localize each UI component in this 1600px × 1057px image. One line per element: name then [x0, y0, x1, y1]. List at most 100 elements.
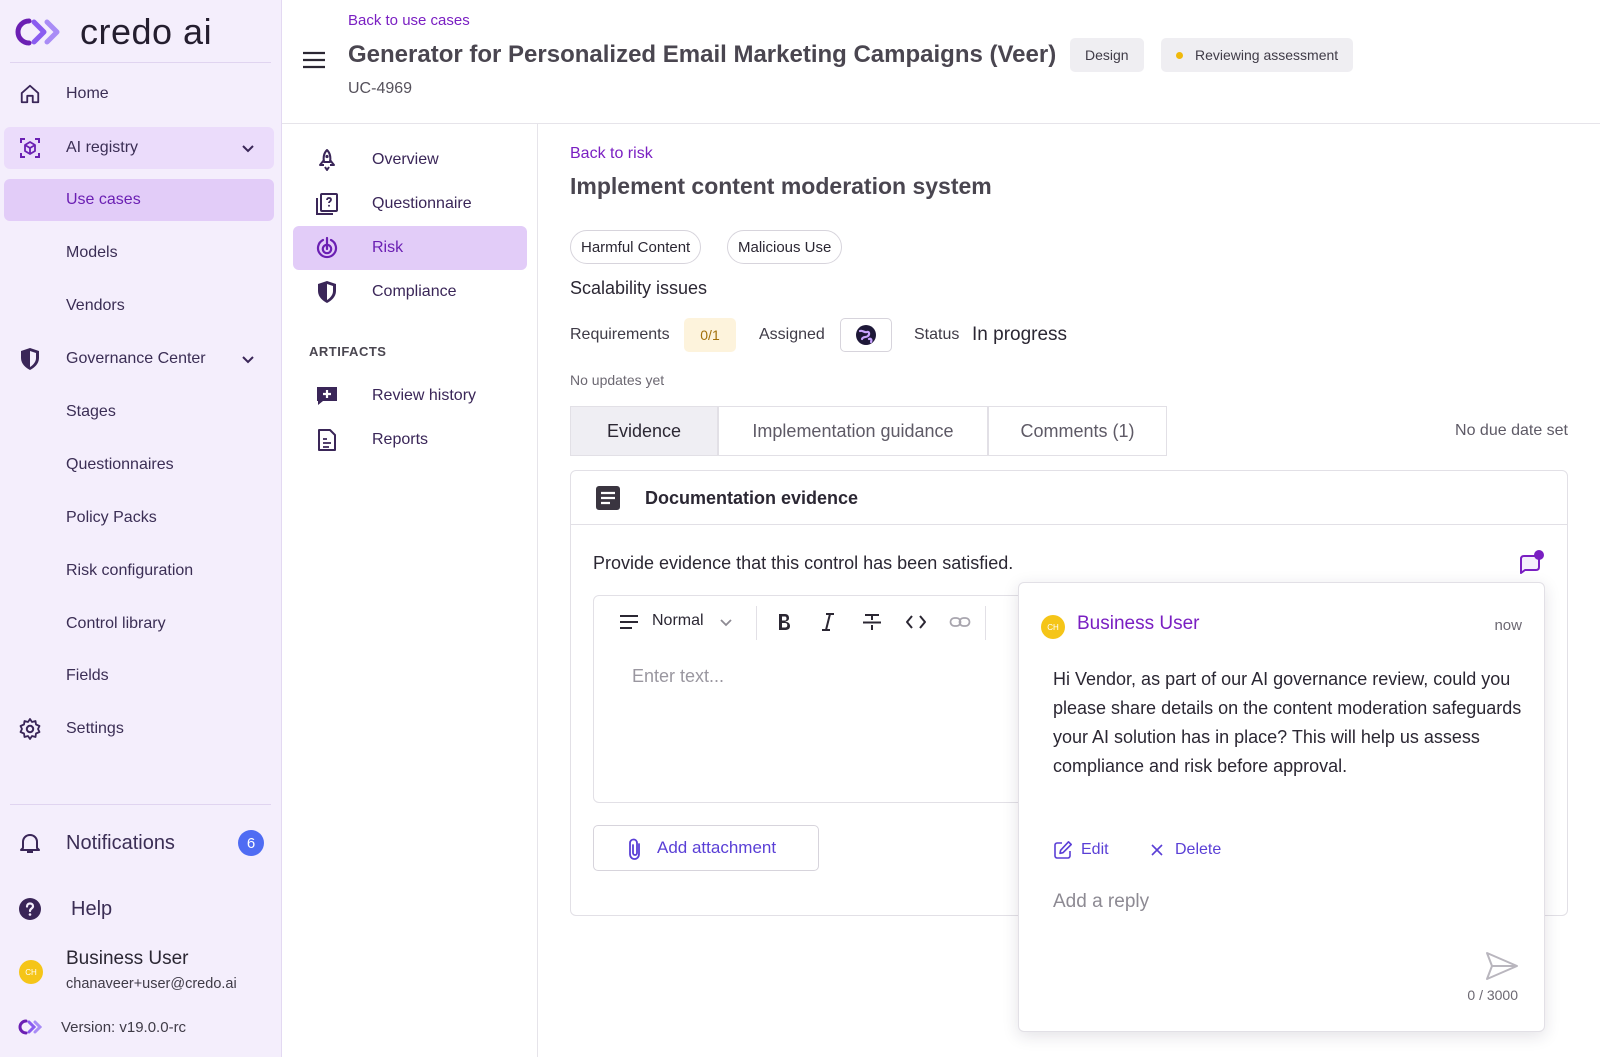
sidebar-item-label: AI registry	[66, 139, 139, 156]
user-profile[interactable]: CH Business User chanaveer+user@credo.ai	[0, 944, 282, 1000]
gear-icon	[18, 717, 42, 741]
comment-author[interactable]: Business User	[1077, 613, 1200, 635]
edit-icon	[1054, 841, 1072, 859]
help-label: Help	[71, 897, 113, 920]
chevron-down-icon[interactable]	[718, 611, 734, 633]
subnav-item-compliance[interactable]: Compliance	[293, 270, 527, 314]
logo-text: credo ai	[80, 11, 213, 52]
document-icon	[596, 486, 620, 510]
comment-indicator-icon[interactable]	[1517, 549, 1545, 577]
home-icon	[18, 82, 42, 106]
shield-icon	[318, 281, 336, 303]
subnav-item-label: Review history	[372, 387, 477, 404]
status-label: Status	[914, 326, 960, 343]
sidebar-item-models[interactable]: Models	[4, 232, 274, 274]
user-email: chanaveer+user@credo.ai	[66, 976, 237, 992]
subnav-item-questionnaire[interactable]: Questionnaire	[293, 182, 527, 226]
status-pill: Reviewing assessment	[1161, 38, 1354, 72]
subnav-item-review-history[interactable]: Review history	[293, 374, 527, 418]
sidebar-item-home[interactable]: Home	[4, 73, 274, 115]
italic-icon[interactable]	[817, 611, 839, 633]
globe-avatar-icon	[856, 325, 876, 345]
risk-tag: Malicious Use	[727, 230, 843, 264]
stage-pill: Design	[1070, 38, 1144, 72]
subnav-item-reports[interactable]: Reports	[293, 418, 527, 462]
sidebar-item-questionnaires[interactable]: Questionnaires	[4, 444, 274, 486]
close-icon	[1151, 844, 1163, 856]
version-row: Version: v19.0.0-rc	[0, 1016, 282, 1042]
sidebar-item-vendors[interactable]: Vendors	[4, 285, 274, 327]
edit-comment-button[interactable]: Edit	[1053, 839, 1109, 861]
sidebar-item-label: Governance Center	[66, 350, 206, 367]
sidebar-divider	[10, 62, 271, 63]
report-document-icon	[318, 429, 336, 451]
control-tabs: Evidence Implementation guidance Comment…	[570, 406, 1167, 456]
avatar: CH	[1041, 615, 1065, 639]
back-to-use-cases-link[interactable]: Back to use cases	[348, 12, 470, 29]
sidebar-item-label: Vendors	[66, 297, 125, 314]
requirements-label: Requirements	[570, 326, 670, 343]
due-date-text[interactable]: No due date set	[1455, 422, 1568, 440]
sidebar-item-ai-registry[interactable]: AI registry	[4, 127, 274, 169]
sidebar-item-notifications[interactable]: Notifications 6	[4, 820, 274, 866]
sidebar-item-governance-center[interactable]: Governance Center	[4, 338, 274, 380]
subnav-item-overview[interactable]: Overview	[293, 138, 527, 182]
back-to-risk-link[interactable]: Back to risk	[570, 145, 653, 163]
sidebar-item-label: Models	[66, 244, 118, 261]
edit-label: Edit	[1081, 841, 1109, 858]
sidebar-item-fields[interactable]: Fields	[4, 655, 274, 697]
sidebar-item-help[interactable]: Help	[4, 886, 274, 932]
tab-implementation-guidance[interactable]: Implementation guidance	[718, 406, 988, 456]
comment-timestamp: now	[1494, 617, 1522, 634]
text-format-icon	[620, 615, 638, 629]
subnav-item-label: Overview	[372, 151, 439, 168]
notification-count-badge: 6	[238, 830, 264, 856]
strikethrough-icon[interactable]	[861, 611, 883, 633]
sidebar-item-use-cases[interactable]: Use cases	[4, 179, 274, 221]
add-attachment-label: Add attachment	[657, 838, 777, 857]
sidebar-item-label: Control library	[66, 615, 166, 632]
delete-comment-button[interactable]: Delete	[1147, 839, 1221, 861]
sidebar-item-policy-packs[interactable]: Policy Packs	[4, 497, 274, 539]
sidebar-divider	[10, 804, 271, 805]
paperclip-icon	[629, 838, 640, 860]
delete-label: Delete	[1175, 841, 1222, 858]
control-title: Implement content moderation system	[570, 173, 992, 199]
sidebar-item-stages[interactable]: Stages	[4, 391, 274, 433]
sidebar-item-risk-configuration[interactable]: Risk configuration	[4, 550, 274, 592]
registry-cube-icon	[18, 136, 42, 160]
review-history-icon	[317, 387, 337, 405]
credo-mini-logo-icon	[18, 1019, 43, 1035]
assignee-avatar-button[interactable]	[840, 318, 892, 352]
page-header: Back to use cases Generator for Personal…	[282, 0, 1600, 124]
reply-input[interactable]: Add a reply	[1053, 891, 1149, 913]
status-value[interactable]: In progress	[972, 324, 1067, 346]
risk-target-icon	[316, 236, 338, 259]
sidebar-item-settings[interactable]: Settings	[4, 708, 274, 750]
chevron-down-icon[interactable]	[240, 140, 256, 156]
sidebar-item-control-library[interactable]: Control library	[4, 603, 274, 645]
artifacts-section-label: ARTIFACTS	[309, 344, 387, 359]
version-text: Version: v19.0.0-rc	[61, 1019, 187, 1036]
chevron-down-icon[interactable]	[240, 351, 256, 367]
logo[interactable]: credo ai	[12, 10, 212, 54]
toolbar-divider	[985, 606, 986, 640]
requirements-badge[interactable]: 0/1	[684, 318, 736, 352]
hamburger-menu-icon[interactable]	[302, 50, 326, 70]
tab-evidence[interactable]: Evidence	[570, 406, 718, 456]
assigned-label: Assigned	[759, 326, 825, 343]
help-icon	[18, 897, 42, 921]
bold-icon[interactable]	[773, 611, 795, 633]
subnav-item-risk[interactable]: Risk	[293, 226, 527, 270]
format-select[interactable]: Normal	[652, 612, 704, 630]
credo-logo-icon	[15, 18, 60, 46]
send-icon[interactable]	[1485, 951, 1519, 981]
link-icon[interactable]	[949, 611, 971, 633]
use-case-id: UC-4969	[348, 80, 413, 97]
tab-comments[interactable]: Comments (1)	[988, 406, 1167, 456]
card-title: Documentation evidence	[645, 488, 859, 508]
sidebar-item-label: Fields	[66, 667, 109, 684]
add-attachment-button[interactable]: Add attachment	[593, 825, 819, 871]
bell-icon	[18, 831, 42, 855]
code-icon[interactable]	[905, 611, 927, 633]
